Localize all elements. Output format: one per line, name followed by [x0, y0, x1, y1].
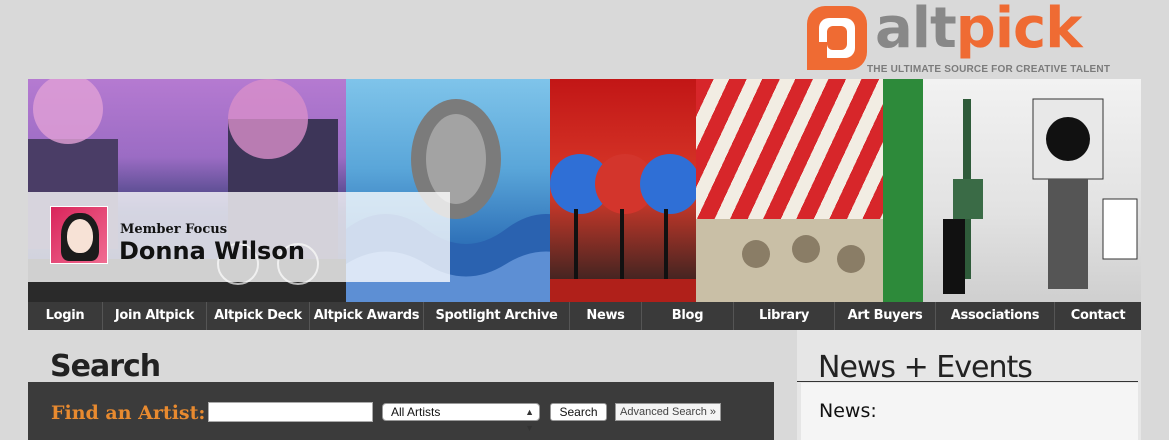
- avatar-face: [67, 219, 93, 253]
- nav-news[interactable]: News: [570, 302, 642, 330]
- member-focus-card[interactable]: Member Focus Donna Wilson: [28, 192, 450, 282]
- main-nav: Login Join Altpick Altpick Deck Altpick …: [28, 302, 1141, 330]
- advanced-search-link[interactable]: Advanced Search »: [615, 403, 722, 421]
- tagline: THE ULTIMATE SOURCE FOR CREATIVE TALENT: [867, 64, 1111, 75]
- artist-category-select[interactable]: All Artists ▲ ▼: [382, 403, 540, 433]
- banner-image-dancers: [550, 79, 696, 302]
- select-arrows-icon: ▲ ▼: [525, 407, 534, 433]
- nav-associations[interactable]: Associations: [936, 302, 1055, 330]
- nav-altpick-deck[interactable]: Altpick Deck: [207, 302, 310, 330]
- find-artist-bar: Find an Artist: All Artists ▲ ▼ Search Ad…: [28, 382, 774, 440]
- banner-image-circus: [696, 79, 883, 302]
- nav-join-altpick[interactable]: Join Altpick: [103, 302, 207, 330]
- nav-library[interactable]: Library: [734, 302, 835, 330]
- news-divider: [797, 381, 1138, 382]
- hero-banner[interactable]: Member Focus Donna Wilson: [28, 79, 1141, 302]
- news-events-sidebar: News + Events News:: [797, 330, 1141, 440]
- dancers-illustration: [550, 154, 696, 302]
- page: altpick THE ULTIMATE SOURCE FOR CREATIVE…: [0, 0, 1169, 440]
- logo-wordmark: altpick: [875, 0, 1083, 64]
- nav-blog[interactable]: Blog: [642, 302, 734, 330]
- member-focus-name[interactable]: Donna Wilson: [119, 237, 305, 265]
- altpick-logo[interactable]: altpick THE ULTIMATE SOURCE FOR CREATIVE…: [805, 0, 1125, 78]
- artist-search-input[interactable]: [208, 402, 373, 422]
- news-subheading: News:: [819, 400, 877, 422]
- member-focus-label: Member Focus: [120, 222, 228, 237]
- logo-mark-icon: [807, 6, 867, 70]
- nav-contact[interactable]: Contact: [1055, 302, 1141, 330]
- logo-alt-text: alt: [875, 0, 957, 61]
- nav-login[interactable]: Login: [28, 302, 103, 330]
- news-events-heading: News + Events: [818, 350, 1033, 385]
- search-button[interactable]: Search: [550, 403, 607, 421]
- nav-spotlight-archive[interactable]: Spotlight Archive: [424, 302, 570, 330]
- banner-image-paris: [883, 79, 1141, 302]
- nav-altpick-awards[interactable]: Altpick Awards: [310, 302, 424, 330]
- search-heading: Search: [50, 349, 161, 384]
- paris-illustration: [883, 79, 1138, 302]
- circus-illustration: [696, 219, 883, 302]
- member-avatar[interactable]: [50, 206, 108, 264]
- artist-category-value: All Artists: [391, 405, 441, 419]
- nav-art-buyers[interactable]: Art Buyers: [835, 302, 936, 330]
- find-artist-label: Find an Artist:: [51, 402, 206, 424]
- logo-pick-text: pick: [955, 0, 1083, 61]
